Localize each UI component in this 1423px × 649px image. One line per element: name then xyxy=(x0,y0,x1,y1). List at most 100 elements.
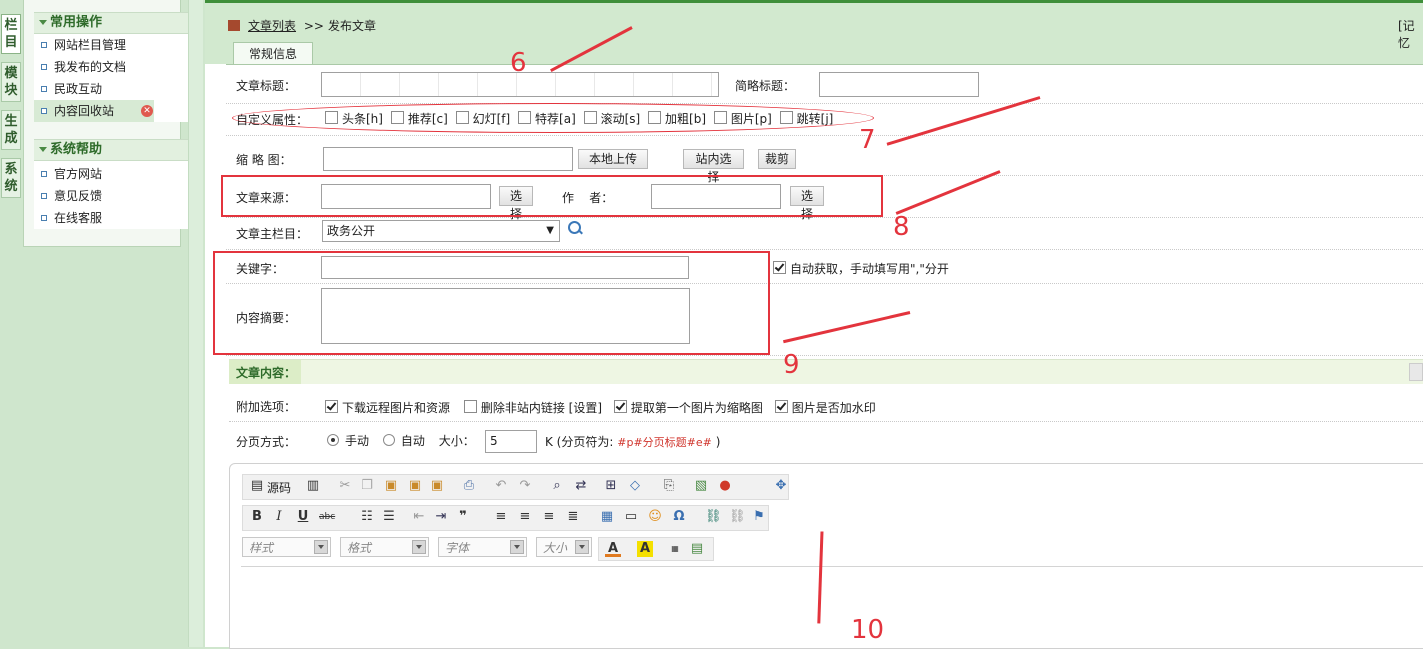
local-upload-button[interactable]: 本地上传 xyxy=(578,149,648,169)
editor-content-area[interactable] xyxy=(241,566,1423,648)
crumb-link-article-list[interactable]: 文章列表 xyxy=(248,19,296,33)
paste-icon[interactable]: ▣ xyxy=(383,478,399,494)
undo-icon[interactable]: ↶ xyxy=(493,478,509,494)
chevron-down-icon xyxy=(412,540,426,554)
vtab-system[interactable]: 系统 xyxy=(1,158,21,198)
annotation-number-9: 9 xyxy=(783,350,800,380)
align-center-icon[interactable]: ≡ xyxy=(517,509,533,525)
column-select[interactable]: 政务公开 ▼ xyxy=(322,220,560,242)
justify-icon[interactable]: ≣ xyxy=(565,509,581,525)
bullet-icon xyxy=(41,193,47,199)
page-size-input[interactable]: 5 xyxy=(485,430,537,453)
anchor-icon[interactable]: ⚑ xyxy=(751,509,767,525)
vtab-generate[interactable]: 生成 xyxy=(1,110,21,150)
book-icon xyxy=(228,20,240,31)
find-icon[interactable]: ⌕ xyxy=(549,478,565,494)
image-icon[interactable]: ▧ xyxy=(693,478,709,494)
indent-icon[interactable]: ⇥ xyxy=(433,509,449,525)
vtab-module[interactable]: 模块 xyxy=(1,62,21,102)
record-link[interactable]: [记忆 xyxy=(1398,17,1423,51)
tab-general-info[interactable]: 常规信息 xyxy=(233,42,313,65)
format-dropdown[interactable]: 格式 xyxy=(340,537,429,557)
menu-item-online-service[interactable]: 在线客服 xyxy=(34,207,197,229)
site-select-button[interactable]: 站内选择 xyxy=(683,149,744,184)
annotation-number-6: 6 xyxy=(510,48,527,78)
splitter-bar[interactable] xyxy=(188,0,203,647)
menu-item-feedback[interactable]: 意见反馈 xyxy=(34,185,197,207)
auto-keywords-option[interactable]: 自动获取，手动填写用","分开 xyxy=(773,260,949,277)
menu-item-civil-interaction[interactable]: 民政互动 xyxy=(34,78,197,100)
menu-section-header[interactable]: 系统帮助 xyxy=(34,139,197,161)
menu-item-column-manage[interactable]: 网站栏目管理 xyxy=(34,34,197,56)
print-icon[interactable]: ⎙ xyxy=(461,478,477,494)
page-break-icon[interactable]: ▦ xyxy=(667,541,683,557)
crop-button[interactable]: 裁剪 xyxy=(758,149,796,169)
paste-word-icon[interactable]: ▣ xyxy=(429,478,445,494)
link-icon[interactable]: ⛓ xyxy=(705,509,722,525)
opt-watermark[interactable]: 图片是否加水印 xyxy=(774,400,876,415)
select-all-icon[interactable]: ⊞ xyxy=(603,478,619,494)
outdent-icon[interactable]: ⇤ xyxy=(411,509,427,525)
cut-icon[interactable]: ✂ xyxy=(337,478,353,494)
copy-icon[interactable]: ❐ xyxy=(359,478,375,494)
short-title-input[interactable] xyxy=(819,72,979,97)
menu-item-recycle-bin[interactable]: 内容回收站 ✕ xyxy=(34,100,154,122)
font-dropdown[interactable]: 字体 xyxy=(438,537,527,557)
vertical-tab-strip: 栏目 模块 生成 系统 xyxy=(0,0,22,647)
paging-token: #p#分页标题#e# xyxy=(617,436,712,449)
paging-options: 手动 自动 大小： xyxy=(327,432,475,449)
strikethrough-icon[interactable]: abc xyxy=(319,509,335,525)
size-dropdown[interactable]: 大小 xyxy=(536,537,592,557)
collapse-icon xyxy=(39,147,47,152)
unordered-list-icon[interactable]: ☰ xyxy=(381,509,397,525)
source-button[interactable]: 源码 xyxy=(267,479,291,496)
flash-icon[interactable]: ● xyxy=(717,478,733,494)
crumb-current: 发布文章 xyxy=(327,19,376,33)
opt-first-image-thumb[interactable]: 提取第一个图片为缩略图 xyxy=(613,400,763,415)
eraser-icon[interactable]: ◇ xyxy=(627,478,643,494)
smiley-icon[interactable]: ☺ xyxy=(647,509,663,525)
unlink-icon[interactable]: ⛓ xyxy=(729,509,746,525)
replace-icon[interactable]: ⇄ xyxy=(573,478,589,494)
align-right-icon[interactable]: ≡ xyxy=(541,509,557,525)
opt-download-remote[interactable]: 下载远程图片和资源 xyxy=(325,400,450,415)
source-icon[interactable]: ▤ xyxy=(249,478,265,494)
redo-icon[interactable]: ↷ xyxy=(517,478,533,494)
align-left-icon[interactable]: ≡ xyxy=(493,509,509,525)
paste-text-icon[interactable]: ▣ xyxy=(407,478,423,494)
text-color-icon[interactable]: A xyxy=(605,541,621,557)
expand-button[interactable] xyxy=(1409,363,1423,381)
recycle-bin-icon[interactable]: ✕ xyxy=(141,105,153,117)
horizontal-rule-icon[interactable]: ▭ xyxy=(623,509,639,525)
menu-section-common: 常用操作 网站栏目管理 我发布的文档 民政互动 内容回收站 ✕ xyxy=(34,12,197,122)
style-dropdown[interactable]: 样式 xyxy=(242,537,331,557)
special-char-icon[interactable]: Ω xyxy=(671,509,687,525)
paging-label: 分页方式： xyxy=(236,435,297,449)
paging-hint: K (分页符为: #p#分页标题#e# ) xyxy=(545,435,721,449)
template-icon[interactable]: ▤ xyxy=(689,541,705,557)
paging-manual-radio[interactable]: 手动 xyxy=(327,434,369,448)
bold-icon[interactable]: B xyxy=(249,509,265,525)
bullet-icon xyxy=(41,42,47,48)
blockquote-icon[interactable]: ❞ xyxy=(455,509,471,525)
ordered-list-icon[interactable]: ☷ xyxy=(359,509,375,525)
editor-toolbar-colors: A A ▦ ▤ xyxy=(598,537,714,561)
thumb-input[interactable] xyxy=(323,147,573,171)
table-icon[interactable]: ▦ xyxy=(599,509,615,525)
underline-icon[interactable]: U xyxy=(295,509,311,525)
editor-toolbar-row2: B I U abc ☷ ☰ ⇤ ⇥ ❞ ≡ ≡ ≡ ≣ ▦ ▭ ☺ Ω ⛓ ⛓ … xyxy=(242,505,769,531)
maximize-icon[interactable]: ✥ xyxy=(773,478,789,494)
document-icon[interactable]: ▥ xyxy=(305,478,321,494)
opt-remove-links[interactable]: 删除非站内链接 [设置] xyxy=(463,400,602,415)
vtab-column[interactable]: 栏目 xyxy=(1,14,21,54)
menu-item-my-docs[interactable]: 我发布的文档 xyxy=(34,56,197,78)
bg-color-icon[interactable]: A xyxy=(637,541,653,557)
search-replace-icon[interactable]: ⎘ xyxy=(661,478,677,494)
italic-icon[interactable]: I xyxy=(271,509,287,525)
menu-item-official-site[interactable]: 官方网站 xyxy=(34,163,197,185)
thumb-label: 缩 略 图： xyxy=(236,153,292,167)
content-section-header: 文章内容： xyxy=(229,359,1423,384)
paging-auto-radio[interactable]: 自动 xyxy=(382,434,425,448)
auto-keywords-checkbox[interactable] xyxy=(773,261,786,274)
menu-section-header[interactable]: 常用操作 xyxy=(34,12,197,34)
